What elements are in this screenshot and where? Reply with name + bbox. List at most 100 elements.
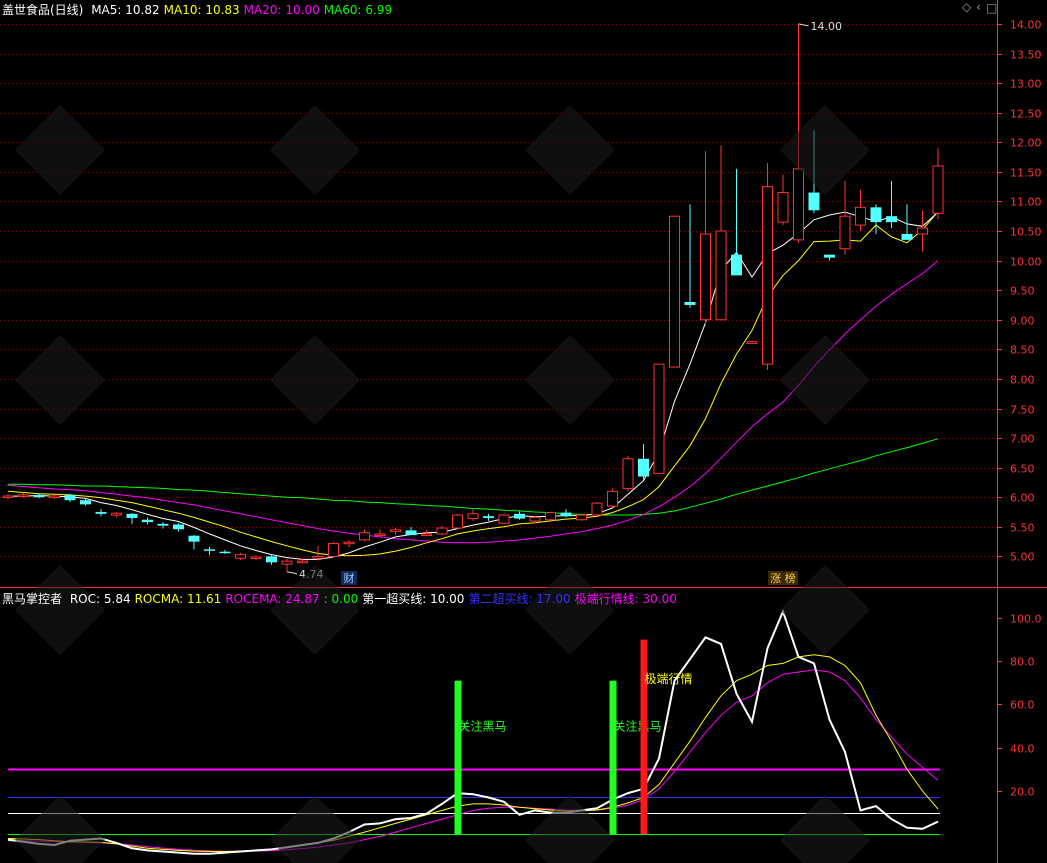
candle-body [498, 514, 510, 524]
indicator-title[interactable]: 黑马掌控者 [2, 592, 62, 606]
candle-body [669, 215, 680, 368]
candle [824, 254, 835, 261]
candle-body [18, 494, 29, 497]
watermark-logo-icon [14, 104, 106, 196]
candle [622, 455, 634, 492]
candle [607, 488, 618, 508]
candle-body [808, 192, 820, 211]
candle-body [328, 542, 339, 557]
candle-body [901, 233, 913, 240]
watermark-logo-icon [269, 104, 361, 196]
candle-body [591, 502, 603, 516]
candle [235, 552, 246, 560]
candle [932, 148, 944, 220]
price-tick-label: 13.50 [1010, 49, 1042, 62]
candle-body [932, 165, 944, 214]
candle-body [188, 535, 200, 542]
candle-body [374, 533, 386, 536]
signal-bar [454, 680, 462, 835]
candle [653, 363, 665, 475]
candle [777, 174, 789, 226]
price-tick-label: 5.00 [1010, 551, 1035, 564]
candle [126, 513, 138, 524]
extreme-price-label: 14.00 [811, 20, 843, 33]
indicator-legend-item: 第一超买线: 10.00 [362, 592, 465, 606]
candle-body [235, 554, 246, 559]
indicator-legend-item: ROC: 5.84 [69, 592, 131, 606]
candle [266, 555, 277, 565]
ma20-line [7, 260, 939, 544]
price-tick-label: 10.00 [1010, 256, 1042, 269]
candle-body [49, 495, 60, 499]
candle-body [405, 530, 417, 536]
watermark-logo-icon [269, 794, 361, 863]
candle-body [715, 230, 727, 321]
price-tick-label: 10.50 [1010, 226, 1042, 239]
ma60-line [8, 438, 939, 516]
candle-body [886, 216, 897, 223]
candle [917, 210, 928, 252]
candle-body [684, 302, 696, 305]
candle [638, 444, 649, 480]
watermark-logo-icon [14, 794, 106, 863]
candle [514, 511, 525, 520]
candle-body [793, 168, 804, 241]
candle-body [359, 532, 370, 541]
price-tick-label: 11.00 [1010, 196, 1042, 209]
indicator-legend-item: 极端行情线: 30.00 [574, 592, 677, 606]
watermark-logo-icon [524, 104, 616, 196]
candle [560, 509, 572, 518]
candle [731, 168, 742, 276]
price-tick-label: 6.50 [1010, 463, 1035, 476]
candle [328, 541, 339, 558]
candle-body [281, 560, 293, 565]
candle [591, 501, 603, 518]
watermark-logo-icon [269, 334, 361, 426]
price-tick-label: 14.00 [1010, 19, 1042, 32]
candle-body [436, 527, 448, 535]
price-tick-label: 9.50 [1010, 285, 1035, 298]
candle [343, 539, 355, 548]
candle-body [80, 500, 91, 505]
candle-body [297, 560, 308, 564]
candle [746, 340, 758, 344]
candle-body [452, 514, 463, 529]
candle-body [746, 341, 758, 344]
candle [498, 513, 510, 525]
candle [483, 513, 494, 521]
candle [855, 189, 866, 231]
candle-body [2, 495, 14, 499]
indicator-legend-item: : 0.00 [323, 592, 359, 606]
candle-body [638, 458, 649, 477]
candle [545, 511, 556, 521]
candle [684, 204, 696, 308]
candle-body [824, 254, 835, 258]
candle-body [917, 227, 928, 235]
candle [839, 180, 851, 255]
indicator-tick-label: 20.0 [1010, 786, 1035, 799]
candle-body [142, 519, 153, 523]
candle-body [219, 551, 231, 554]
candle [281, 558, 293, 572]
candle-body [653, 363, 665, 475]
candle [95, 509, 107, 517]
candlestick-chart[interactable]: 5.00 5.50 6.00 6.50 7.00 7.50 8.00 8.50 9.00 9.50… [0, 0, 1047, 863]
candle-body [266, 556, 277, 563]
candle-body [545, 512, 556, 521]
watermark-logo-icon [524, 564, 616, 656]
candle [359, 529, 370, 542]
candle-body [855, 206, 866, 226]
candle [111, 512, 122, 518]
price-tick-label: 12.00 [1010, 137, 1042, 150]
candle [886, 180, 897, 229]
candle [157, 522, 169, 529]
annotation-pointer [286, 571, 298, 575]
signal-bar [640, 639, 648, 835]
candle-body [777, 192, 789, 223]
candle [436, 525, 448, 536]
candle-body [700, 233, 711, 321]
candle-body [870, 207, 882, 223]
candle-body [514, 513, 525, 519]
signal-bar [609, 680, 617, 835]
watermark-logo-icon [779, 334, 871, 426]
